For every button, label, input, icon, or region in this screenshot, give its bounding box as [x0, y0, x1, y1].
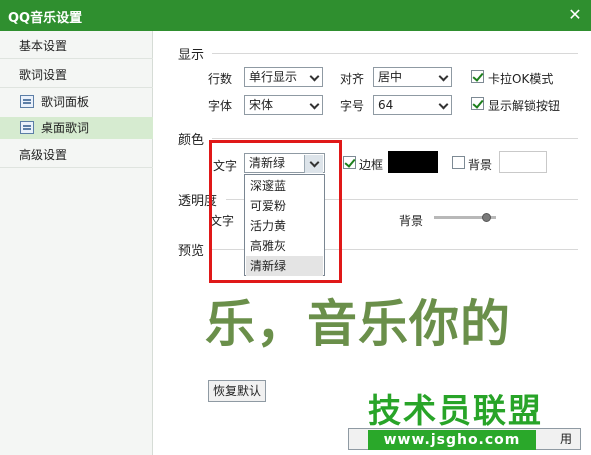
font-value: 宋体 — [249, 98, 274, 112]
border-checkbox[interactable] — [343, 156, 356, 169]
chevron-down-icon — [438, 99, 449, 110]
rows-select[interactable]: 单行显示 — [244, 67, 323, 87]
sidebar-item-lyrics-settings[interactable]: 歌词设置 — [0, 62, 153, 88]
panel-icon — [20, 95, 34, 108]
sidebar-item-basic-settings[interactable]: 基本设置 — [0, 33, 153, 59]
preview-section-label: 预览 — [178, 244, 205, 259]
size-label: 字号 — [340, 99, 365, 113]
sidebar: 基本设置 歌词设置 歌词面板 桌面歌词 高级设置 — [0, 31, 153, 455]
color-divider — [212, 138, 578, 139]
rows-label: 行数 — [208, 72, 233, 86]
background-transparency-label: 背景 — [399, 214, 424, 228]
sidebar-item-advanced-settings[interactable]: 高级设置 — [0, 142, 153, 168]
lyrics-preview: 乐，音乐你的 — [205, 294, 511, 353]
rows-value: 单行显示 — [249, 70, 298, 84]
highlight-annotation — [209, 140, 342, 283]
sidebar-item-label: 桌面歌词 — [41, 121, 90, 135]
karaoke-checkbox[interactable] — [471, 70, 484, 83]
border-color-swatch[interactable] — [388, 151, 438, 173]
sidebar-item-desktop-lyrics[interactable]: 桌面歌词 — [0, 117, 153, 139]
size-select[interactable]: 64 — [373, 95, 452, 115]
slider-handle[interactable] — [482, 213, 491, 222]
display-divider — [212, 53, 578, 54]
sidebar-item-label: 歌词面板 — [41, 95, 90, 109]
background-checkbox[interactable] — [452, 156, 465, 169]
align-value: 居中 — [378, 70, 403, 84]
unlock-button-checkbox[interactable] — [471, 97, 484, 110]
watermark: 技术员联盟 www.jsgho.com — [358, 384, 548, 452]
chevron-down-icon — [309, 71, 320, 82]
watermark-url: www.jsgho.com — [368, 430, 536, 450]
unlock-button-label: 显示解锁按钮 — [488, 99, 561, 113]
background-label: 背景 — [468, 158, 493, 172]
desktop-lyrics-icon — [20, 121, 34, 134]
align-select[interactable]: 居中 — [373, 67, 452, 87]
display-section-label: 显示 — [178, 48, 205, 63]
color-section-label: 颜色 — [178, 133, 205, 148]
size-value: 64 — [378, 98, 394, 112]
close-icon[interactable]: ✕ — [565, 5, 585, 25]
chevron-down-icon — [438, 71, 449, 82]
sidebar-item-lyrics-panel[interactable]: 歌词面板 — [0, 91, 153, 113]
restore-default-button[interactable]: 恢复默认 — [208, 380, 266, 402]
align-label: 对齐 — [340, 72, 365, 86]
font-label: 字体 — [208, 99, 233, 113]
font-select[interactable]: 宋体 — [244, 95, 323, 115]
watermark-title: 技术员联盟 — [368, 391, 543, 430]
border-label: 边框 — [359, 158, 384, 172]
sidebar-item-label: 基本设置 — [19, 39, 68, 53]
title-bar: QQ音乐设置 ✕ — [0, 0, 591, 31]
background-color-swatch[interactable] — [499, 151, 547, 173]
karaoke-label: 卡拉OK模式 — [488, 72, 554, 86]
chevron-down-icon — [309, 99, 320, 110]
window-title: QQ音乐设置 — [8, 11, 83, 26]
sidebar-item-label: 高级设置 — [19, 148, 68, 162]
sidebar-item-label: 歌词设置 — [19, 68, 68, 82]
